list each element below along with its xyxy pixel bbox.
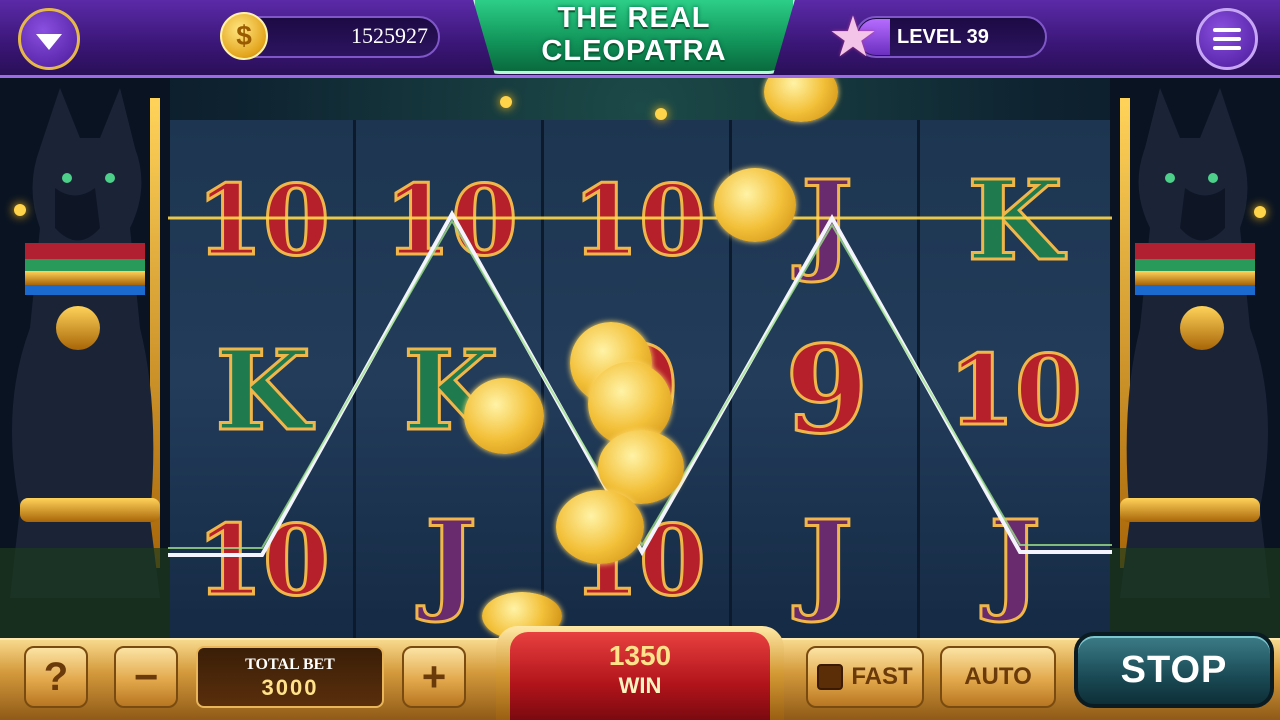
reel-symbol: 10	[195, 162, 332, 278]
reel-symbol: 9	[784, 318, 871, 462]
reel-symbol: J	[799, 494, 854, 626]
reel-symbol: 10	[195, 502, 332, 618]
fast-label: FAST	[851, 663, 913, 690]
checkbox-icon[interactable]	[817, 664, 844, 690]
stop-button[interactable]: STOP	[1074, 632, 1274, 708]
coin-decoration	[464, 378, 544, 454]
sparkle	[1254, 206, 1266, 218]
reel-1: 10 K 10	[170, 120, 356, 640]
win-value: 1350	[608, 640, 672, 671]
coin-decoration	[714, 168, 796, 242]
total-bet-display: TOTAL BET 3000	[196, 646, 384, 708]
increase-bet-button[interactable]: +	[402, 646, 466, 708]
reel-symbol: 10	[571, 162, 708, 278]
total-bet-label: TOTAL BET	[245, 656, 335, 673]
chevron-down-icon	[36, 34, 62, 50]
hamburger-icon	[1213, 37, 1241, 41]
reel-symbol: J	[987, 494, 1042, 626]
hamburger-icon	[1213, 28, 1241, 32]
win-label: WIN	[618, 673, 662, 698]
reel-symbol: K	[966, 154, 1065, 286]
game-title: THE REAL CLEOPATRA	[472, 2, 796, 68]
auto-spin-button[interactable]: AUTO	[940, 646, 1056, 708]
level-label: LEVEL 39	[897, 26, 989, 48]
star-icon: ★	[827, 5, 879, 68]
decrease-bet-button[interactable]: −	[114, 646, 178, 708]
reel-symbol: 10	[947, 332, 1084, 448]
reel-symbol: 10	[383, 162, 520, 278]
game-scene: 10 K 10 10 K J 10 9 10 J 9 J K 10 J	[0, 0, 1280, 720]
game-title-line2: CLEOPATRA	[541, 35, 727, 67]
sparkle	[655, 108, 667, 120]
sparkle	[500, 96, 512, 108]
dropdown-menu-button[interactable]	[18, 8, 80, 70]
cat-statue-right	[1110, 78, 1280, 638]
reel-5: K 10 J	[922, 120, 1108, 640]
main-menu-button[interactable]	[1196, 8, 1258, 70]
hamburger-icon	[1213, 46, 1241, 50]
help-button[interactable]: ?	[24, 646, 88, 708]
cat-statue-left	[0, 78, 170, 638]
fast-toggle-button[interactable]: FAST	[806, 646, 924, 708]
win-display: 1350 WIN	[510, 632, 770, 720]
sparkle	[14, 204, 26, 216]
game-title-line1: THE REAL	[557, 2, 711, 34]
dollar-coin-icon: $	[220, 12, 268, 60]
coin-decoration	[556, 490, 644, 564]
reel-symbol: K	[214, 324, 313, 456]
total-bet-value: 3000	[261, 675, 319, 700]
coin-balance: 1525927	[351, 23, 428, 48]
